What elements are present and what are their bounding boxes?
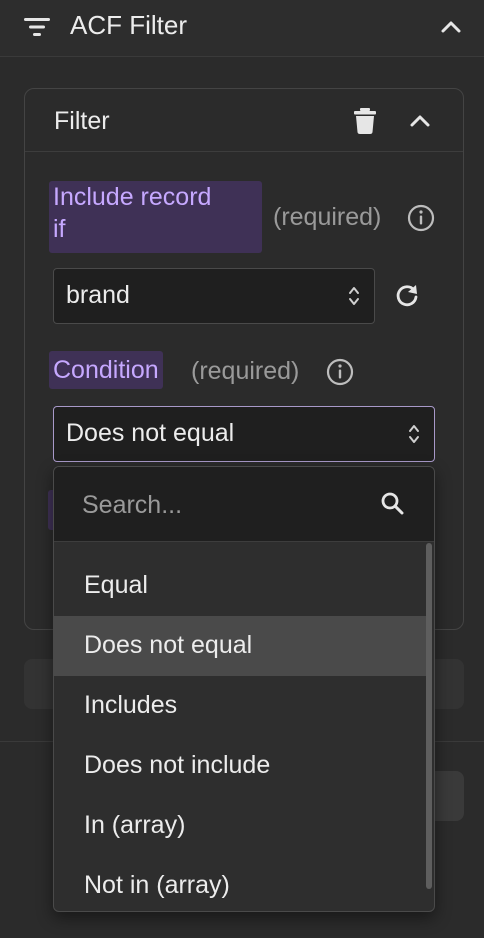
option-label: Does not include (84, 751, 271, 779)
include-record-select[interactable]: brand (53, 268, 375, 324)
select-arrows-icon (409, 425, 419, 443)
panel-header[interactable]: ACF Filter (0, 0, 484, 57)
option-label: Not in (array) (84, 871, 230, 899)
include-record-label-line1: Include record (53, 183, 212, 211)
include-record-label-line2: if (53, 215, 66, 243)
dropdown-scrollbar[interactable] (426, 543, 432, 889)
condition-label: Condition (49, 351, 163, 389)
filter-lines-icon (24, 18, 50, 36)
dropdown-option-does-not-equal[interactable]: Does not equal (54, 616, 426, 676)
dropdown-search (54, 467, 434, 542)
dropdown-option-in-array[interactable]: In (array) (54, 796, 426, 856)
chevron-up-icon[interactable] (440, 16, 462, 38)
option-label: Equal (84, 571, 148, 599)
dropdown-option-equal[interactable]: Equal (54, 556, 426, 616)
required-hint: (required) (191, 357, 300, 385)
option-label: Does not equal (84, 631, 253, 659)
option-label: In (array) (84, 811, 186, 839)
select-arrows-icon (349, 287, 359, 305)
include-record-value: brand (66, 281, 130, 309)
info-icon[interactable] (326, 358, 354, 386)
option-label: Includes (84, 691, 178, 719)
filter-card-header: Filter (25, 89, 463, 152)
condition-dropdown: Equal Does not equal Includes Does not i… (53, 466, 435, 912)
info-icon[interactable] (407, 204, 435, 232)
include-record-label: Include record if (49, 181, 262, 253)
dropdown-search-input[interactable] (80, 485, 364, 525)
filter-card-title: Filter (54, 107, 110, 135)
condition-select[interactable]: Does not equal (53, 406, 435, 462)
dropdown-option-does-not-include[interactable]: Does not include (54, 736, 426, 796)
trash-icon[interactable] (353, 108, 377, 134)
dropdown-option-not-in-array[interactable]: Not in (array) (54, 856, 426, 911)
condition-value: Does not equal (66, 419, 235, 447)
panel-title: ACF Filter (70, 10, 187, 40)
search-icon (381, 492, 404, 515)
dropdown-option-includes[interactable]: Includes (54, 676, 426, 736)
chevron-up-icon[interactable] (409, 111, 431, 131)
refresh-icon[interactable] (394, 283, 420, 309)
required-hint: (required) (273, 203, 382, 231)
